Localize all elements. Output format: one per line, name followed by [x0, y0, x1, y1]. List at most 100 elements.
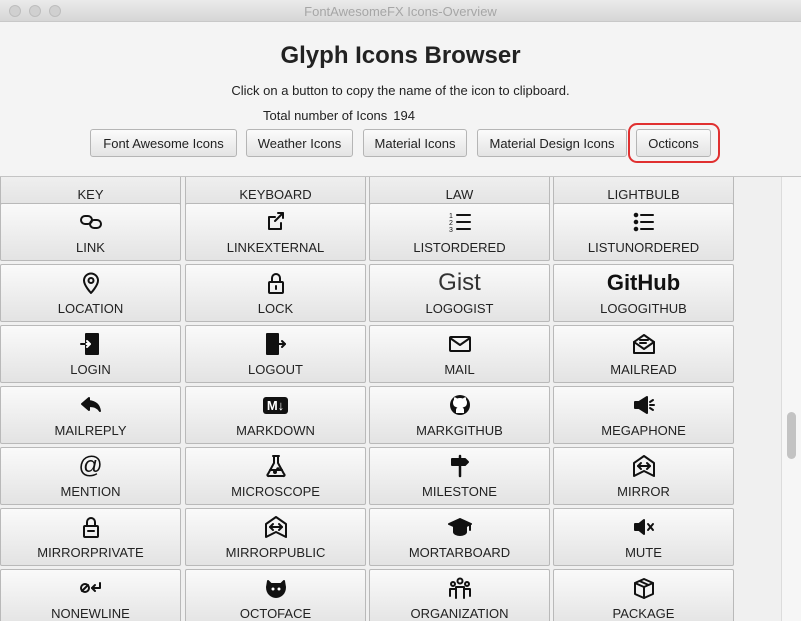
icon-label: LINKEXTERNAL: [226, 240, 325, 255]
law-icon: [370, 177, 549, 183]
icon-label: MILESTONE: [422, 484, 497, 499]
megaphone-icon: [554, 390, 733, 420]
icon-label: KEYBOARD: [239, 187, 312, 202]
svg-text:3: 3: [449, 227, 453, 234]
icon-button-location[interactable]: LOCATION: [0, 264, 181, 322]
icon-button-mailread[interactable]: MAILREAD: [553, 325, 734, 383]
icon-label: LINK: [76, 240, 105, 255]
icon-button-mirrorprivate[interactable]: MIRRORPRIVATE: [0, 508, 181, 566]
icon-button-megaphone[interactable]: MEGAPHONE: [553, 386, 734, 444]
svg-text:1: 1: [449, 213, 453, 220]
icon-button-markgithub[interactable]: MARKGITHUB: [369, 386, 550, 444]
icon-button-mirror[interactable]: MIRROR: [553, 447, 734, 505]
logo-gist-icon-text: Gist: [438, 269, 481, 296]
window-title: FontAwesomeFX Icons-Overview: [304, 4, 497, 19]
keyboard-icon: [186, 177, 365, 183]
mark-github-icon: [370, 390, 549, 420]
icon-label: LISTUNORDERED: [587, 240, 700, 255]
icon-button-markdown[interactable]: M↓ MARKDOWN: [185, 386, 366, 444]
sign-out-icon: [186, 329, 365, 359]
icon-button-linkexternal[interactable]: LINKEXTERNAL: [185, 203, 366, 261]
icon-label: ORGANIZATION: [410, 606, 509, 621]
icon-button-lock[interactable]: LOCK: [185, 264, 366, 322]
icon-label: MARKGITHUB: [416, 423, 503, 438]
icon-label: LOCK: [257, 301, 294, 316]
icon-label: PACKAGE: [612, 606, 675, 621]
icon-label: MAIL: [444, 362, 475, 377]
icon-label: MORTARBOARD: [408, 545, 511, 560]
mortarboard-icon: [370, 512, 549, 542]
icon-button-listordered[interactable]: 1 2 3 LISTORDERED: [369, 203, 550, 261]
link-icon: [1, 207, 180, 237]
icon-button-octoface[interactable]: OCTOFACE: [185, 569, 366, 621]
total-count-row: Total number of Icons 194: [263, 108, 415, 123]
icon-button-package[interactable]: PACKAGE: [553, 569, 734, 621]
icon-button-mail[interactable]: MAIL: [369, 325, 550, 383]
key-icon: [1, 177, 180, 183]
mention-icon-text: @: [78, 452, 103, 479]
lightbulb-icon: [554, 177, 733, 183]
icon-button-mortarboard[interactable]: MORTARBOARD: [369, 508, 550, 566]
icon-label: LOGOGITHUB: [600, 301, 687, 316]
icon-button-logout[interactable]: LOGOUT: [185, 325, 366, 383]
link-external-icon: [186, 207, 365, 237]
icon-button-nonewline[interactable]: NONEWLINE: [0, 569, 181, 621]
icon-button-logogithub[interactable]: GitHub LOGOGITHUB: [553, 264, 734, 322]
active-tab-highlight: [628, 123, 720, 163]
octoface-icon: [186, 573, 365, 603]
tab-material-design-icons[interactable]: Material Design Icons: [477, 129, 627, 157]
logo-gist-icon: Gist: [370, 268, 549, 298]
icon-label: MARKDOWN: [236, 423, 315, 438]
icon-label: NONEWLINE: [51, 606, 130, 621]
list-ordered-icon: 123: [370, 207, 549, 237]
lock-icon: [186, 268, 365, 298]
icon-label: MIRRORPRIVATE: [37, 545, 144, 560]
icon-button-mailreply[interactable]: MAILREPLY: [0, 386, 181, 444]
milestone-icon: [370, 451, 549, 481]
icon-button-organization[interactable]: ORGANIZATION: [369, 569, 550, 621]
icon-label: MICROSCOPE: [231, 484, 320, 499]
list-unordered-icon: [554, 207, 733, 237]
icon-button-mention[interactable]: @ MENTION: [0, 447, 181, 505]
icon-button-link[interactable]: LINK: [0, 203, 181, 261]
svg-text:2: 2: [449, 220, 453, 227]
location-icon: [1, 268, 180, 298]
no-newline-icon: [1, 573, 180, 603]
title-bar: FontAwesomeFX Icons-Overview: [0, 0, 801, 22]
icon-button-mute[interactable]: MUTE: [553, 508, 734, 566]
sign-in-icon: [1, 329, 180, 359]
icon-label: MENTION: [60, 484, 121, 499]
icon-button-login[interactable]: LOGIN: [0, 325, 181, 383]
page-title: Glyph Icons Browser: [280, 42, 521, 69]
total-count-value: 194: [393, 108, 415, 123]
package-icon: [554, 573, 733, 603]
markdown-icon-text: M↓: [262, 396, 289, 414]
scrollbar-thumb[interactable]: [787, 412, 796, 459]
icon-grid: KEY KEYBOARD LAW LIGHTBULB LINK LINKEXTERNAL 1…: [0, 177, 781, 621]
total-count-label: Total number of Icons: [263, 108, 388, 123]
tab-weather-icons[interactable]: Weather Icons: [246, 129, 353, 157]
mirror-icon: [554, 451, 733, 481]
icon-button-mirrorpublic[interactable]: MIRRORPUBLIC: [185, 508, 366, 566]
organization-icon: [370, 573, 549, 603]
mirror-public-icon: [186, 512, 365, 542]
icon-label: LAW: [445, 187, 474, 202]
mail-reply-icon: [1, 390, 180, 420]
icon-label: MUTE: [625, 545, 662, 560]
header-panel: Glyph Icons Browser Click on a button to…: [0, 22, 801, 177]
icon-button-microscope[interactable]: MICROSCOPE: [185, 447, 366, 505]
icon-button-listunordered[interactable]: LISTUNORDERED: [553, 203, 734, 261]
tab-material-icons[interactable]: Material Icons: [363, 129, 467, 157]
tab-font-awesome-icons[interactable]: Font Awesome Icons: [90, 129, 237, 157]
mute-icon: [554, 512, 733, 542]
vertical-scrollbar[interactable]: [781, 177, 801, 621]
instructions-text: Click on a button to copy the name of th…: [231, 83, 570, 98]
icon-label: LOGOGIST: [425, 301, 494, 316]
logo-github-icon: GitHub: [554, 268, 733, 298]
icon-button-logogist[interactable]: Gist LOGOGIST: [369, 264, 550, 322]
markdown-icon: M↓: [186, 390, 365, 420]
icon-button-milestone[interactable]: MILESTONE: [369, 447, 550, 505]
icon-label: LOGIN: [70, 362, 111, 377]
mirror-private-icon: [1, 512, 180, 542]
logo-github-icon-text: GitHub: [606, 270, 681, 295]
